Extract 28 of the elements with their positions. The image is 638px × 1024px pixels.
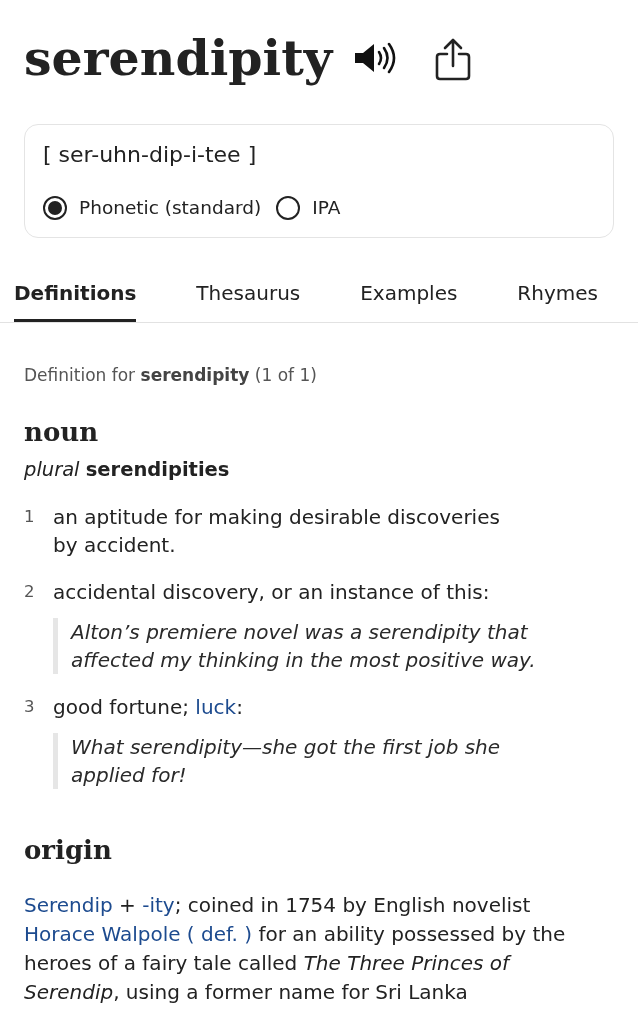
origin-heading: origin — [24, 834, 113, 867]
tab[interactable]: Examples — [360, 278, 458, 322]
radio-label[interactable]: IPA — [312, 195, 341, 221]
definition-text: good fortune; luck: — [53, 694, 244, 721]
origin-text: Serendip + -ity; coined in 1754 by English novelist Horace Walpole ( def. ) for an ability possessed by the heroes of a fairy tale called The Three Princes of Serendip, using a former name for Sri Lanka — [24, 892, 567, 1006]
radio-button[interactable] — [276, 196, 301, 220]
plural-form: plural serendipities — [24, 457, 231, 483]
sense-number: 3 — [24, 696, 36, 718]
headword-title: serendipity — [24, 28, 333, 89]
share-icon[interactable] — [435, 37, 472, 81]
definition-text: accidental discovery, or an instance of this: — [53, 579, 491, 606]
definition-link[interactable]: luck — [195, 695, 237, 719]
origin-link[interactable]: Horace Walpole ( def. ) — [24, 922, 253, 946]
sense-number: 1 — [24, 506, 36, 528]
origin-link[interactable]: -ity — [142, 893, 175, 917]
sense-number: 2 — [24, 581, 36, 603]
radio-label[interactable]: Phonetic (standard) — [79, 195, 262, 221]
example-quote: Alton’s premiere novel was a serendipity that affected my thinking in the most positive way. — [53, 618, 553, 674]
origin-link[interactable]: Serendip — [24, 893, 113, 917]
part-of-speech: noun — [24, 416, 100, 449]
definition-heading: Definition for serendipity (1 of 1) — [24, 364, 318, 387]
tab[interactable]: Definitions — [14, 278, 137, 322]
pronunciation-text: [ ser-uhn-dip-i-tee ] — [43, 141, 258, 169]
radio-button[interactable] — [43, 196, 67, 220]
tab[interactable]: Rhymes — [517, 278, 598, 322]
tab[interactable]: Thesaurus — [196, 278, 301, 322]
definition-text: an aptitude for making desirable discoveries by accident. — [53, 504, 501, 559]
example-quote: What serendipity—she got the first job she applied for! — [53, 733, 553, 789]
